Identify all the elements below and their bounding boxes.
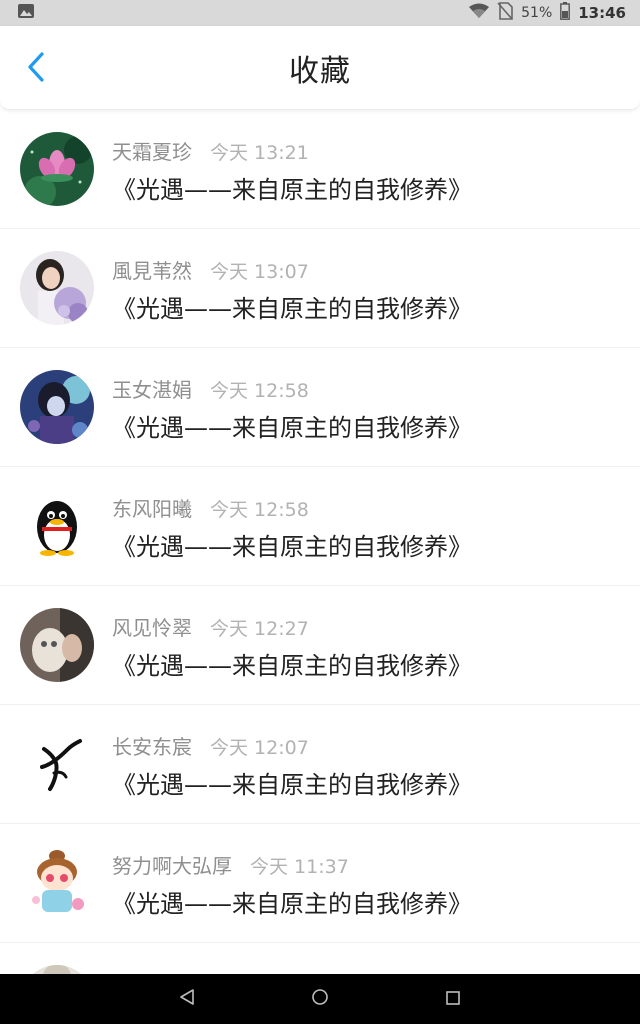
- avatar[interactable]: [20, 965, 94, 974]
- username[interactable]: 玉女湛娟: [112, 374, 192, 403]
- status-left: [18, 4, 34, 22]
- list-item[interactable]: 东风阳曦 今天 12:58 《光遇——来自原主的自我修养》: [0, 467, 640, 586]
- item-meta: 玉女湛娟 今天 12:58: [112, 374, 309, 403]
- favorites-list: 天霜夏珍 今天 13:21 《光遇——来自原主的自我修养》 風見苇然 今天 13…: [0, 110, 640, 974]
- list-item[interactable]: 風見苇然 今天 13:07 《光遇——来自原主的自我修养》: [0, 229, 640, 348]
- username[interactable]: 风见怜翠: [112, 612, 192, 641]
- item-meta: 風見苇然 今天 13:07: [112, 255, 309, 284]
- username[interactable]: 东风阳曦: [112, 493, 192, 522]
- timestamp: 今天 12:58: [210, 499, 309, 521]
- username[interactable]: 长安东宸: [112, 731, 192, 760]
- item-meta: 努力啊大弘厚 今天 11:37: [112, 850, 349, 879]
- message-text: 《光遇——来自原主的自我修养》: [112, 414, 472, 442]
- avatar[interactable]: [20, 370, 94, 444]
- item-meta: 东风阳曦 今天 12:58: [112, 493, 309, 522]
- avatar[interactable]: [20, 846, 94, 920]
- nav-back-button[interactable]: [172, 984, 202, 1014]
- square-recents-icon: [446, 990, 461, 1009]
- timestamp: 今天 13:21: [210, 142, 309, 164]
- list-item[interactable]: 天霜夏珍 今天 13:21 《光遇——来自原主的自我修养》: [0, 110, 640, 229]
- wifi-icon: [469, 3, 490, 23]
- list-item-partial[interactable]: [0, 943, 640, 974]
- triangle-back-icon: [179, 989, 195, 1009]
- system-nav-bar: [0, 974, 640, 1024]
- timestamp: 今天 13:07: [210, 261, 309, 283]
- item-meta: 天霜夏珍 今天 13:21: [112, 136, 309, 165]
- username[interactable]: 天霜夏珍: [112, 136, 192, 165]
- nav-recents-button[interactable]: [438, 984, 468, 1014]
- status-time: 13:46: [578, 4, 626, 22]
- avatar[interactable]: [20, 489, 94, 563]
- page-title: 收藏: [289, 53, 351, 89]
- timestamp: 今天 12:58: [210, 380, 309, 402]
- message-text: 《光遇——来自原主的自我修养》: [112, 533, 472, 561]
- list-item[interactable]: 风见怜翠 今天 12:27 《光遇——来自原主的自我修养》: [0, 586, 640, 705]
- avatar[interactable]: [20, 251, 94, 325]
- message-text: 《光遇——来自原主的自我修养》: [112, 295, 472, 323]
- timestamp: 今天 11:37: [250, 856, 349, 878]
- image-notification-icon: [18, 4, 34, 22]
- list-item[interactable]: 长安东宸 今天 12:07 《光遇——来自原主的自我修养》: [0, 705, 640, 824]
- status-bar: 51% 13:46: [0, 0, 640, 26]
- username[interactable]: 風見苇然: [112, 255, 192, 284]
- avatar[interactable]: [20, 727, 94, 801]
- battery-percent: 51%: [521, 5, 553, 21]
- status-right: 51% 13:46: [469, 2, 626, 24]
- avatar[interactable]: [20, 608, 94, 682]
- timestamp: 今天 12:27: [210, 618, 309, 640]
- avatar[interactable]: [20, 132, 94, 206]
- back-button[interactable]: [20, 52, 52, 86]
- chevron-left-icon: [26, 51, 46, 87]
- list-item[interactable]: 努力啊大弘厚 今天 11:37 《光遇——来自原主的自我修养》: [0, 824, 640, 943]
- no-sim-icon: [497, 2, 513, 24]
- timestamp: 今天 12:07: [210, 737, 309, 759]
- app-header: 收藏: [0, 26, 640, 110]
- message-text: 《光遇——来自原主的自我修养》: [112, 176, 472, 204]
- message-text: 《光遇——来自原主的自我修养》: [112, 652, 472, 680]
- battery-icon: [560, 2, 571, 24]
- nav-home-button[interactable]: [305, 984, 335, 1014]
- list-item[interactable]: 玉女湛娟 今天 12:58 《光遇——来自原主的自我修养》: [0, 348, 640, 467]
- message-text: 《光遇——来自原主的自我修养》: [112, 890, 472, 918]
- item-meta: 风见怜翠 今天 12:27: [112, 612, 309, 641]
- circle-home-icon: [311, 988, 329, 1010]
- message-text: 《光遇——来自原主的自我修养》: [112, 771, 472, 799]
- username[interactable]: 努力啊大弘厚: [112, 850, 232, 879]
- item-meta: 长安东宸 今天 12:07: [112, 731, 309, 760]
